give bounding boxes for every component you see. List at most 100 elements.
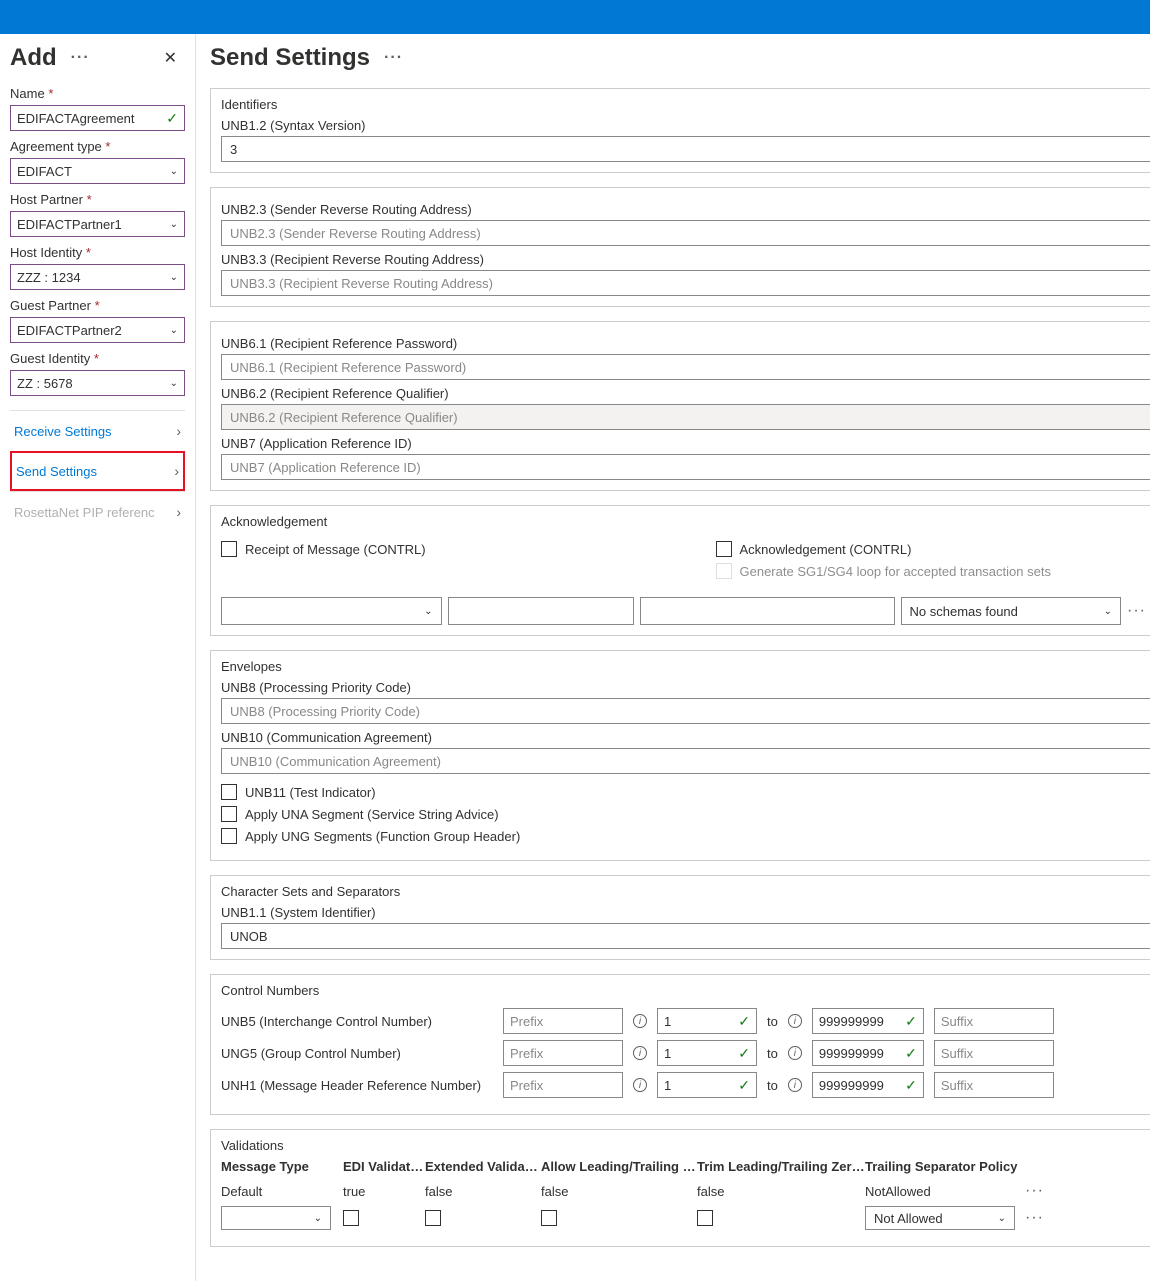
val-msgtype-select[interactable]: ⌄ <box>221 1206 331 1230</box>
unb12-input[interactable]: 3 <box>221 136 1150 162</box>
guest-identity-label: Guest Identity * <box>10 351 185 366</box>
una-checkbox[interactable] <box>221 806 237 822</box>
validations-title: Validations <box>221 1138 1150 1153</box>
ung-label: Apply UNG Segments (Function Group Heade… <box>245 829 520 844</box>
val-lead-checkbox[interactable] <box>541 1210 557 1226</box>
unh1-suffix[interactable]: Suffix <box>934 1072 1054 1098</box>
unb61-label: UNB6.1 (Recipient Reference Password) <box>221 336 1150 351</box>
val-edi-checkbox[interactable] <box>343 1210 359 1226</box>
page-title: Send Settings <box>210 44 370 72</box>
val-msgtype: Default <box>221 1184 343 1199</box>
unh1-prefix[interactable]: Prefix <box>503 1072 623 1098</box>
ung5-suffix[interactable]: Suffix <box>934 1040 1054 1066</box>
more-icon[interactable]: ··· <box>1025 1182 1044 1199</box>
to-label: to <box>767 1046 778 1061</box>
agreement-type-label: Agreement type * <box>10 139 185 154</box>
nav-rosettanet[interactable]: RosettaNet PIP referenc › <box>10 491 185 532</box>
nav-receive-settings[interactable]: Receive Settings › <box>10 410 185 451</box>
unb5-prefix[interactable]: Prefix <box>503 1008 623 1034</box>
guest-identity-select[interactable]: ZZ : 5678 ⌄ <box>10 370 185 396</box>
unh1-to[interactable]: 999999999✓ <box>812 1072 924 1098</box>
chevron-right-icon: › <box>176 423 181 439</box>
control-title: Control Numbers <box>221 983 1150 998</box>
host-partner-label: Host Partner * <box>10 192 185 207</box>
unb5-to[interactable]: 999999999✓ <box>812 1008 924 1034</box>
val-trail-select[interactable]: Not Allowed⌄ <box>865 1206 1015 1230</box>
name-input[interactable]: EDIFACTAgreement ✓ <box>10 105 185 131</box>
unb8-input[interactable]: UNB8 (Processing Priority Code) <box>221 698 1150 724</box>
routing-section: UNB2.3 (Sender Reverse Routing Address) … <box>210 187 1150 307</box>
unb5-from[interactable]: 1✓ <box>657 1008 757 1034</box>
host-partner-select[interactable]: EDIFACTPartner1 ⌄ <box>10 211 185 237</box>
unb61-input[interactable]: UNB6.1 (Recipient Reference Password) <box>221 354 1150 380</box>
unb8-label: UNB8 (Processing Priority Code) <box>221 680 1150 695</box>
sidebar: Add ··· ✕ Name * EDIFACTAgreement ✓ Agre… <box>0 34 196 1281</box>
name-label: Name * <box>10 86 185 101</box>
unh1-from[interactable]: 1✓ <box>657 1072 757 1098</box>
unb62-input[interactable]: UNB6.2 (Recipient Reference Qualifier) <box>221 404 1150 430</box>
sg-loop-label: Generate SG1/SG4 loop for accepted trans… <box>740 564 1051 579</box>
ung-checkbox[interactable] <box>221 828 237 844</box>
val-edi: true <box>343 1184 425 1199</box>
ung5-prefix[interactable]: Prefix <box>503 1040 623 1066</box>
charsets-section: Character Sets and Separators UNB1.1 (Sy… <box>210 875 1150 960</box>
val-ext-checkbox[interactable] <box>425 1210 441 1226</box>
unb7-label: UNB7 (Application Reference ID) <box>221 436 1150 451</box>
main-content: Send Settings ··· Identifiers UNB1.2 (Sy… <box>196 34 1150 1281</box>
ack-select-3[interactable] <box>640 597 894 625</box>
sidebar-title: Add <box>10 44 57 72</box>
envelopes-title: Envelopes <box>221 659 1150 674</box>
chevron-down-icon: ⌄ <box>170 166 178 177</box>
unh1-label: UNH1 (Message Header Reference Number) <box>221 1078 493 1093</box>
chevron-down-icon: ⌄ <box>314 1213 322 1224</box>
info-icon[interactable]: i <box>788 1014 802 1028</box>
chevron-down-icon: ⌄ <box>998 1213 1006 1224</box>
close-icon[interactable]: ✕ <box>156 44 185 72</box>
ack-section: Acknowledgement Receipt of Message (CONT… <box>210 505 1150 636</box>
ung5-from[interactable]: 1✓ <box>657 1040 757 1066</box>
ack-schema-select[interactable]: No schemas found⌄ <box>901 597 1122 625</box>
more-icon[interactable]: ··· <box>71 49 90 67</box>
ack-select-2[interactable] <box>448 597 635 625</box>
agreement-type-select[interactable]: EDIFACT ⌄ <box>10 158 185 184</box>
val-trim-checkbox[interactable] <box>697 1210 713 1226</box>
unb7-input[interactable]: UNB7 (Application Reference ID) <box>221 454 1150 480</box>
val-head-lead: Allow Leading/Trailing Zeros <box>541 1159 697 1174</box>
unb11-checkbox[interactable] <box>221 784 237 800</box>
receipt-checkbox[interactable] <box>221 541 237 557</box>
ung5-to[interactable]: 999999999✓ <box>812 1040 924 1066</box>
nav-send-settings[interactable]: Send Settings › <box>10 451 185 491</box>
check-icon: ✓ <box>738 1077 750 1094</box>
control-numbers-section: Control Numbers UNB5 (Interchange Contro… <box>210 974 1150 1115</box>
guest-partner-select[interactable]: EDIFACTPartner2 ⌄ <box>10 317 185 343</box>
unb5-suffix[interactable]: Suffix <box>934 1008 1054 1034</box>
check-icon: ✓ <box>905 1045 917 1062</box>
more-icon[interactable]: ··· <box>1025 1209 1044 1226</box>
info-icon[interactable]: i <box>633 1014 647 1028</box>
val-head-ext: Extended Validation <box>425 1159 541 1174</box>
more-icon[interactable]: ··· <box>384 49 403 67</box>
unb10-input[interactable]: UNB10 (Communication Agreement) <box>221 748 1150 774</box>
host-identity-select[interactable]: ZZZ : 1234 ⌄ <box>10 264 185 290</box>
unb23-label: UNB2.3 (Sender Reverse Routing Address) <box>221 202 1150 217</box>
unb12-label: UNB1.2 (Syntax Version) <box>221 118 1150 133</box>
unb23-input[interactable]: UNB2.3 (Sender Reverse Routing Address) <box>221 220 1150 246</box>
info-icon[interactable]: i <box>788 1046 802 1060</box>
unb11-label: UNB11 (Test Indicator) <box>245 785 376 800</box>
val-head-trail: Trailing Separator Policy <box>865 1159 1025 1174</box>
ack-contrl-checkbox[interactable] <box>716 541 732 557</box>
chevron-right-icon: › <box>176 504 181 520</box>
info-icon[interactable]: i <box>788 1078 802 1092</box>
chevron-down-icon: ⌄ <box>424 606 432 617</box>
chevron-down-icon: ⌄ <box>170 272 178 283</box>
check-icon: ✓ <box>905 1077 917 1094</box>
info-icon[interactable]: i <box>633 1078 647 1092</box>
unb33-input[interactable]: UNB3.3 (Recipient Reverse Routing Addres… <box>221 270 1150 296</box>
to-label: to <box>767 1014 778 1029</box>
chevron-right-icon: › <box>174 463 179 479</box>
guest-partner-label: Guest Partner * <box>10 298 185 313</box>
ack-select-1[interactable]: ⌄ <box>221 597 442 625</box>
info-icon[interactable]: i <box>633 1046 647 1060</box>
unb11-sysid-input[interactable]: UNOB <box>221 923 1150 949</box>
more-icon[interactable]: ··· <box>1127 602 1146 620</box>
